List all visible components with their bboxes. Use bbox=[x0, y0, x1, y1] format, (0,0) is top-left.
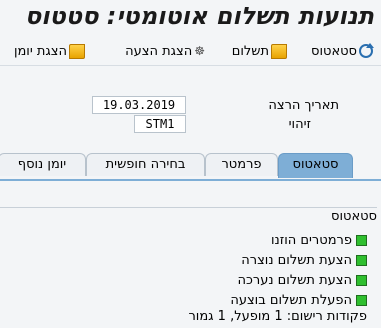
status-button-label: סטאטוס bbox=[311, 43, 357, 59]
title-bar: תנועות תשלום אוטומטי: סטטוס bbox=[0, 0, 381, 34]
status-panel: סטאטוס פרמטרים הוזנו הצעת תשלום נוצרה הצ… bbox=[0, 181, 381, 324]
run-date-label: תאריך הרצה bbox=[268, 98, 339, 113]
show-proposal-button[interactable]: ☸ הצגת הצעה bbox=[125, 42, 205, 60]
status-item: פרמטרים הוזנו bbox=[271, 233, 367, 248]
status-item-label: הצעת תשלום נערכה bbox=[237, 273, 352, 288]
status-item: הצעת תשלום נוצרה bbox=[241, 253, 367, 268]
tab-strip: סטאטוס פרמטר בחירה חופשית יומן נוסף bbox=[0, 150, 381, 181]
tab-status[interactable]: סטאטוס bbox=[278, 153, 353, 178]
refresh-icon bbox=[359, 43, 374, 58]
status-item-label: פרמטרים הוזנו bbox=[270, 233, 352, 248]
status-item: הצעת תשלום נערכה bbox=[237, 273, 367, 288]
id-field[interactable]: STM1 bbox=[134, 115, 186, 133]
status-item-label: הצעת תשלום נוצרה bbox=[241, 253, 352, 268]
id-label: זיהוי bbox=[288, 117, 311, 132]
payment-button[interactable]: תשלום bbox=[232, 42, 287, 60]
payment-button-label: תשלום bbox=[231, 43, 269, 59]
status-indicator-icon bbox=[356, 295, 367, 306]
toolbar: סטאטוס תשלום ☸ הצגת הצעה הצגת יומן bbox=[0, 35, 381, 66]
status-indicator-icon bbox=[356, 275, 367, 286]
log-icon bbox=[69, 43, 85, 59]
status-indicator-icon bbox=[356, 255, 367, 266]
payment-icon bbox=[271, 43, 287, 59]
run-date-field[interactable]: 19.03.2019 bbox=[92, 96, 186, 114]
show-log-button[interactable]: הצגת יומן bbox=[14, 42, 85, 60]
status-group-title: סטאטוס bbox=[331, 209, 377, 224]
tab-parameter[interactable]: פרמטר bbox=[205, 153, 278, 176]
status-indicator-icon bbox=[356, 235, 367, 246]
tab-additional-log[interactable]: יומן נוסף bbox=[0, 153, 86, 176]
status-button[interactable]: סטאטוס bbox=[311, 42, 374, 60]
show-log-label: הצגת יומן bbox=[13, 43, 67, 59]
run-header-form: תאריך הרצה 19.03.2019 זיהוי STM1 bbox=[0, 66, 381, 150]
tab-free-selection[interactable]: בחירה חופשית bbox=[86, 153, 205, 176]
status-item: הפעלת תשלום בוצעה bbox=[230, 293, 367, 308]
page-title: תנועות תשלום אוטומטי: סטטוס bbox=[24, 2, 374, 30]
glasses-icon: ☸ bbox=[194, 44, 205, 58]
status-item-label: הפעלת תשלום בוצעה bbox=[230, 293, 352, 308]
show-proposal-label: הצגת הצעה bbox=[125, 43, 193, 59]
